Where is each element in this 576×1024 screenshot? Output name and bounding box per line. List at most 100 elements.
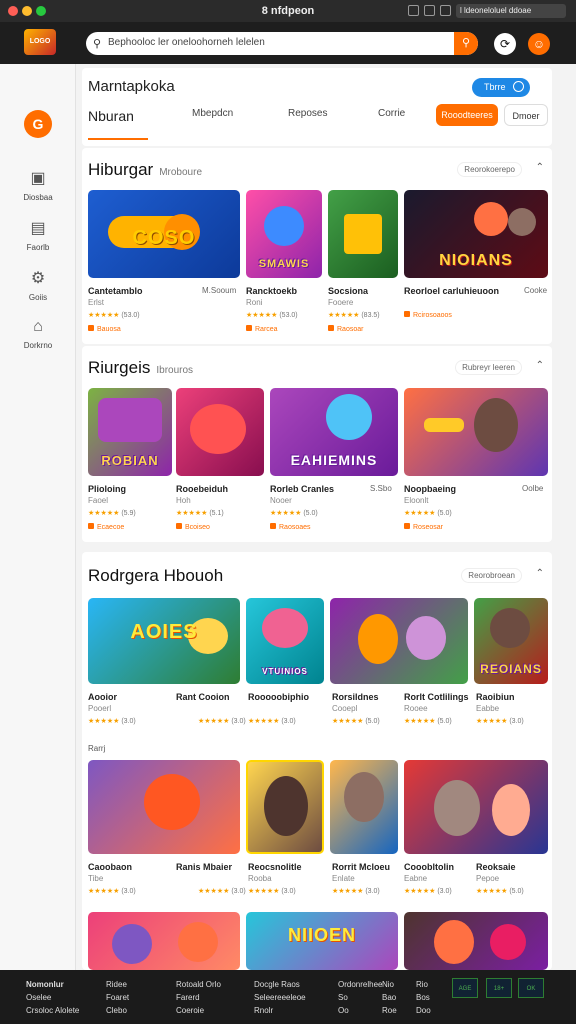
tab-3[interactable]: Corrie <box>378 108 405 119</box>
game-thumbnail[interactable]: SMAWIS <box>246 190 322 278</box>
footer-link[interactable]: Seleereeeleoe <box>254 991 306 1004</box>
chevron-up-icon[interactable]: ⌃ <box>536 162 544 173</box>
footer-link[interactable]: Oo <box>338 1004 382 1017</box>
game-rating: ★★★★★ (3.0) <box>476 718 524 725</box>
art-shape <box>490 924 526 960</box>
game-thumbnail[interactable]: EAHIEMINS <box>270 388 398 476</box>
tabs-icon[interactable] <box>440 5 451 16</box>
sidebar-item-3[interactable]: ⌂ Dorkrno <box>6 318 70 350</box>
thumbnail-art-text: ROBIAN <box>101 453 159 468</box>
game-thumbnail[interactable]: AOIES <box>88 598 240 684</box>
game-thumbnail[interactable]: ROBIAN <box>88 388 172 476</box>
art-shape <box>112 924 152 964</box>
thumbnail-art-text: COSO <box>132 227 196 249</box>
game-thumbnail[interactable] <box>246 760 324 854</box>
page-title: Marntapkoka <box>88 78 175 95</box>
tab-1[interactable]: Mbepdcn <box>192 108 233 119</box>
game-thumbnail[interactable] <box>404 912 548 970</box>
game-name[interactable]: Reorloel carluhieuoon <box>404 286 499 296</box>
footer-link[interactable]: Oselee <box>26 991 79 1004</box>
footer-link[interactable]: So <box>338 991 382 1004</box>
game-name[interactable]: Caoobaon <box>88 862 132 872</box>
search-input[interactable]: ⚲ Bephooloc ler oneloohorneh lelelen ⚲ <box>86 32 478 55</box>
section-subtitle: Mroboure <box>159 167 203 178</box>
footer-link[interactable]: Doo <box>416 1004 431 1017</box>
chevron-up-icon[interactable]: ⌃ <box>536 568 544 579</box>
game-thumbnail[interactable] <box>404 760 548 854</box>
section-title: Hiburgar Mroboure <box>88 160 202 180</box>
footer-link[interactable]: Foaret <box>106 991 129 1004</box>
game-name[interactable]: Aooior <box>88 692 117 702</box>
game-name[interactable]: Noopbaeing <box>404 484 456 494</box>
art-shape <box>344 214 382 254</box>
footer-link[interactable]: Crsoloc Alolete <box>26 1004 79 1017</box>
game-name[interactable]: Raoibiun <box>476 692 515 702</box>
sidebar-item-0[interactable]: ▣ Diosbaa <box>6 168 70 202</box>
filter-button-secondary[interactable]: Dmoer <box>504 104 548 126</box>
game-name[interactable]: Rancktoekb <box>246 286 297 296</box>
top-action-button[interactable]: Tbrre <box>472 78 530 97</box>
game-name[interactable]: Reoksaie <box>476 862 516 872</box>
section-see-all-link[interactable]: Rubreyr leeren <box>455 360 522 375</box>
game-name[interactable]: Rant Cooion <box>176 692 230 702</box>
game-name[interactable]: Cooobltolin <box>404 862 454 872</box>
footer-link[interactable]: Ordonrelhee <box>338 978 382 991</box>
game-name[interactable]: Reocsnolitle <box>248 862 302 872</box>
game-thumbnail[interactable]: REOIANS <box>474 598 548 684</box>
game-name[interactable]: Socsiona <box>328 286 368 296</box>
sidebar-item-2[interactable]: ⚙ Goiis <box>6 268 70 302</box>
game-name[interactable]: Ranis Mbaier <box>176 862 232 872</box>
game-meta: Eabne <box>404 874 428 883</box>
game-name[interactable]: Rorsildnes <box>332 692 379 702</box>
footer-link[interactable]: Roe <box>382 1004 397 1017</box>
copy-icon[interactable] <box>408 5 419 16</box>
tab-0[interactable]: Nburan <box>88 108 134 124</box>
footer-link[interactable]: Clebo <box>106 1004 129 1017</box>
game-name[interactable]: Rooebeiduh <box>176 484 228 494</box>
game-name[interactable]: Plioloing <box>88 484 126 494</box>
tab-2[interactable]: Reposes <box>288 108 327 119</box>
game-thumbnail[interactable] <box>328 190 398 278</box>
search-placeholder: Bephooloc ler oneloohorneh lelelen <box>108 37 265 48</box>
game-rating: ★★★★★ (3.0) <box>248 718 296 725</box>
footer-link[interactable]: Rnolr <box>254 1004 306 1017</box>
chevron-up-icon[interactable]: ⌃ <box>536 360 544 371</box>
game-thumbnail[interactable] <box>330 598 468 684</box>
filter-button-primary[interactable]: Rooodteeres <box>436 104 498 126</box>
notifications-icon[interactable]: ⟳ <box>494 33 516 55</box>
game-name[interactable]: Rooooobiphio <box>248 692 309 702</box>
game-thumbnail[interactable] <box>176 388 264 476</box>
game-thumbnail[interactable] <box>330 760 398 854</box>
screenshot-icon[interactable] <box>424 5 435 16</box>
footer-link[interactable]: Bao <box>382 991 397 1004</box>
footer-link[interactable]: Farerd <box>176 991 221 1004</box>
game-name[interactable]: Cantetamblo <box>88 286 143 296</box>
game-thumbnail[interactable] <box>404 388 548 476</box>
footer-link[interactable]: Ridee <box>106 978 129 991</box>
game-thumbnail[interactable]: VTUINIOS <box>246 598 324 684</box>
section-see-all-link[interactable]: Reorokoerepo <box>457 162 522 177</box>
game-name[interactable]: Rorlt Cotlilings <box>404 692 469 702</box>
game-thumbnail[interactable]: NIIOEN <box>246 912 398 970</box>
game-thumbnail[interactable]: COSO <box>88 190 240 278</box>
search-button[interactable]: ⚲ <box>454 32 478 55</box>
game-tag: Raosoar <box>328 325 363 333</box>
footer-link[interactable]: Bos <box>416 991 431 1004</box>
site-logo[interactable]: LOGO <box>24 29 56 55</box>
game-thumbnail[interactable] <box>88 912 240 970</box>
sidebar-item-1[interactable]: ▤ Faorlb <box>6 218 70 252</box>
game-thumbnail[interactable]: NIOIANS <box>404 190 548 278</box>
footer-link[interactable]: Docgle Raos <box>254 978 306 991</box>
address-bar[interactable]: l ldeoneloluel ddoae <box>456 4 566 18</box>
user-icon[interactable]: G <box>24 110 52 138</box>
game-rating: ★★★★★ (3.0) <box>198 888 246 895</box>
footer-link[interactable]: Nio <box>382 978 397 991</box>
footer-link[interactable]: Rotoald Orlo <box>176 978 221 991</box>
avatar[interactable]: ☺ <box>528 33 550 55</box>
game-thumbnail[interactable] <box>88 760 240 854</box>
footer-link[interactable]: Rio <box>416 978 431 991</box>
footer-link[interactable]: Coeroie <box>176 1004 221 1017</box>
game-name[interactable]: Rorleb Cranles <box>270 484 334 494</box>
section-see-all-link[interactable]: Reorobroean <box>461 568 522 583</box>
game-name[interactable]: Rorrit Mcloeu <box>332 862 390 872</box>
